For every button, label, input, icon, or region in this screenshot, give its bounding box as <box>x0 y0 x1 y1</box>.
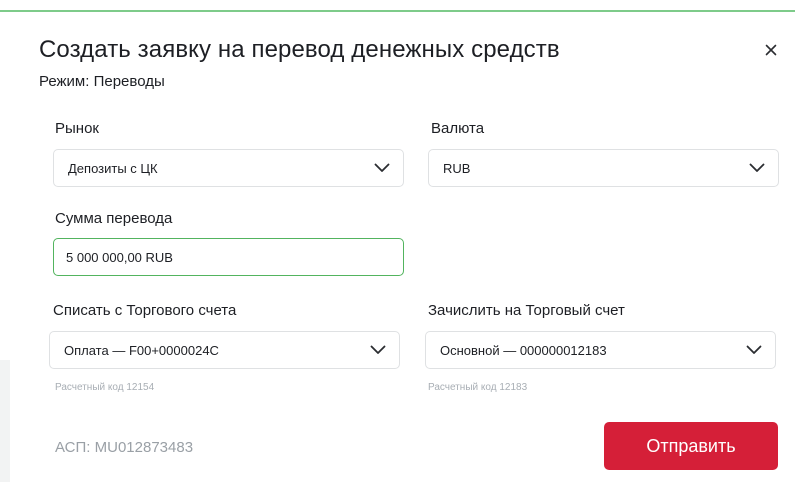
market-label: Рынок <box>55 120 99 137</box>
chevron-down-icon <box>745 341 763 359</box>
credit-account-select[interactable]: Основной — 000000012183 <box>425 331 776 369</box>
submit-button[interactable]: Отправить <box>604 422 778 470</box>
debit-account-select[interactable]: Оплата — F00+0000024C <box>49 331 400 369</box>
chevron-down-icon <box>369 341 387 359</box>
credit-account-label: Зачислить на Торговый счет <box>428 302 625 319</box>
dialog-title: Создать заявку на перевод денежных средс… <box>39 36 560 63</box>
debit-settlement-code: Расчетный код 12154 <box>55 382 155 393</box>
market-select[interactable]: Депозиты с ЦК <box>53 149 404 187</box>
credit-account-value: Основной — 000000012183 <box>440 342 607 358</box>
amount-label: Сумма перевода <box>55 210 173 227</box>
chevron-down-icon <box>748 159 766 177</box>
currency-label: Валюта <box>431 120 485 137</box>
close-icon <box>765 44 777 56</box>
currency-value: RUB <box>443 160 471 176</box>
debit-account-value: Оплата — F00+0000024C <box>64 342 219 358</box>
top-accent-line <box>0 10 795 12</box>
chevron-down-icon <box>373 159 391 177</box>
debit-account-label: Списать с Торгового счета <box>53 302 237 319</box>
mode-label: Режим: Переводы <box>39 73 165 90</box>
credit-settlement-code: Расчетный код 12183 <box>428 382 528 393</box>
asp-signature: АСП: MU012873483 <box>55 439 194 456</box>
amount-input[interactable]: 5 000 000,00 RUB <box>53 238 404 276</box>
background-edge <box>0 360 10 482</box>
market-value: Депозиты с ЦК <box>68 160 158 176</box>
close-button[interactable] <box>757 36 785 64</box>
currency-select[interactable]: RUB <box>428 149 779 187</box>
